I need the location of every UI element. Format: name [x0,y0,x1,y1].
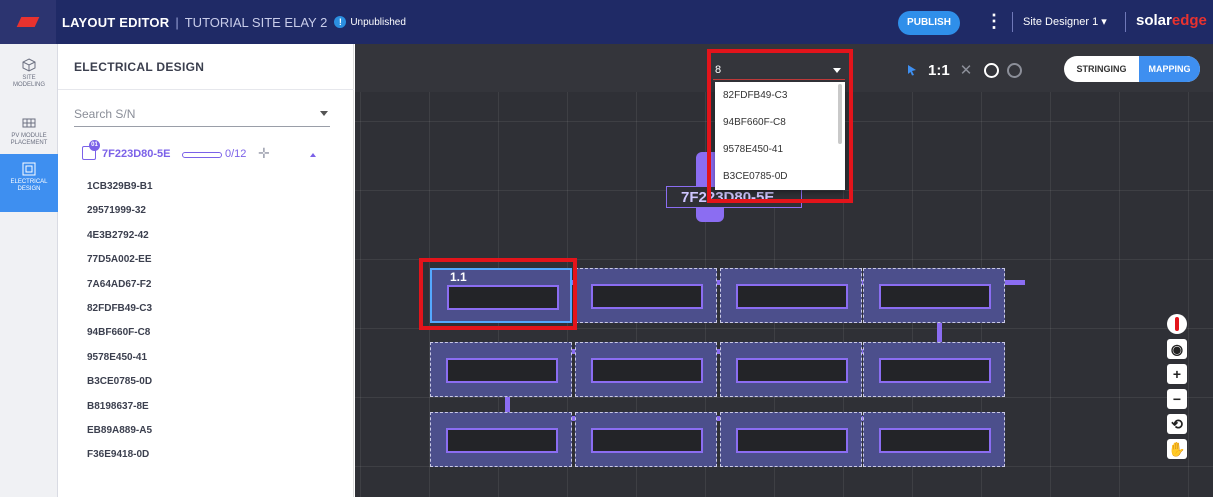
mapping-count: 0/12 [225,148,247,160]
mode-toggle[interactable]: STRINGING MAPPING [1064,56,1200,82]
brand-solar: solar [1136,12,1172,29]
dropdown-highlight [707,49,853,203]
serial-list-item[interactable]: 82FDFB49-C3 [87,297,153,321]
rail-item-electrical-design[interactable]: ELECTRICAL DESIGN [0,154,58,212]
more-options-icon[interactable]: ⋮ [985,11,1003,31]
inverter-id: 7F223D80-5E [102,148,171,160]
module-cell [879,358,991,383]
pv-module[interactable] [863,412,1005,467]
serial-list-item[interactable]: 29571999-32 [87,199,153,223]
map-controls: ◉ + − ⟲ ✋ [1167,314,1187,464]
locate-icon[interactable]: ✛ [258,145,270,162]
stringing-mode-button[interactable]: STRINGING [1064,56,1139,82]
pv-module[interactable] [575,412,717,467]
divider [58,89,354,90]
module-cell [591,358,703,383]
search-input[interactable] [74,107,304,121]
pv-module[interactable] [720,342,862,397]
designer-menu[interactable]: Site Designer 1 ▾ [1023,15,1107,28]
module-cell [736,284,848,309]
solaredge-logo: solaredge [1136,12,1207,29]
title-separator: | [175,14,179,30]
serial-list-item[interactable]: 7A64AD67-F2 [87,273,153,297]
zoom-in-button[interactable]: + [1167,364,1187,384]
mapping-progress-bar [182,152,222,158]
app-logo[interactable] [0,0,56,44]
canvas-tools: 1:1 ✕ [906,60,1023,80]
recenter-icon[interactable]: ◉ [1167,339,1187,359]
inverter-badge: 01 [89,140,100,151]
pan-hand-icon[interactable]: ✋ [1167,439,1187,459]
rotate-icon[interactable]: ⟲ [1167,414,1187,434]
rail-label: ELECTRICAL DESIGN [10,179,48,192]
serial-list-item[interactable]: 1CB329B9-B1 [87,175,153,199]
serial-number-list: 1CB329B9-B1 29571999-32 4E3B2792-42 77D5A00… [87,175,153,468]
selection-highlight [419,258,577,330]
module-cell [591,284,703,309]
serial-list-item[interactable]: 9578E450-41 [87,346,153,370]
logo-shape-icon [16,17,40,27]
app-title: LAYOUT EDITOR [62,14,170,30]
module-cell [446,358,558,383]
electrical-design-panel: ELECTRICAL DESIGN 01 7F223D80-5E 0/12 ✛ … [58,44,354,497]
serial-list-item[interactable]: 4E3B2792-42 [87,224,153,248]
pv-module[interactable] [575,268,717,323]
close-icon[interactable]: ✕ [960,61,973,79]
serial-list-item[interactable]: 77D5A002-EE [87,248,153,272]
chevron-down-icon[interactable] [320,111,328,116]
serial-list-item[interactable]: EB89A889-A5 [87,419,153,443]
pv-module[interactable] [720,412,862,467]
publish-button[interactable]: PUBLISH [898,11,960,35]
rail-label: PV MODULE PLACEMENT [10,133,48,146]
layout-canvas[interactable]: 7F223D80-5E 1.1 8 82FDFB49-C3 94BF660F-C… [355,44,1213,497]
divider [1012,12,1013,32]
publish-status: Unpublished [350,16,406,28]
cube-icon [22,58,36,72]
info-icon[interactable]: ! [334,16,347,28]
serial-list-item[interactable]: B3CE0785-0D [87,370,153,394]
module-cell [591,428,703,453]
module-cell [879,284,991,309]
rail-item-site-modeling[interactable]: SITE MODELING [0,50,58,108]
module-cell [736,428,848,453]
zoom-ratio[interactable]: 1:1 [928,62,950,79]
pv-module[interactable] [720,268,862,323]
inverter-row[interactable]: 01 7F223D80-5E 0/12 ✛ [82,140,332,168]
panel-title: ELECTRICAL DESIGN [74,60,205,74]
brand-edge: edge [1171,12,1207,29]
cursor-icon[interactable] [906,64,918,76]
pv-module[interactable] [430,412,572,467]
compass-icon[interactable] [1167,314,1187,334]
pv-module[interactable] [863,268,1005,323]
serial-list-item[interactable]: B8198637-8E [87,395,153,419]
left-rail: SITE MODELING PV MODULE PLACEMENT ELECTR… [0,44,58,497]
module-cell [736,358,848,383]
grid-icon [22,118,36,128]
rail-label: SITE MODELING [12,75,45,88]
site-title: TUTORIAL SITE ELAY 2 [184,14,328,30]
serial-list-item[interactable]: F36E9418-0D [87,443,153,467]
pv-module[interactable] [863,342,1005,397]
redo-icon[interactable] [1007,62,1023,78]
module-cell [446,428,558,453]
undo-icon[interactable] [984,62,1000,78]
top-bar: LAYOUT EDITOR | TUTORIAL SITE ELAY 2 ! U… [0,0,1213,44]
pv-module[interactable] [575,342,717,397]
mapping-mode-button[interactable]: MAPPING [1139,56,1200,82]
divider [1125,12,1126,32]
module-cell [879,428,991,453]
serial-list-item[interactable]: 94BF660F-C8 [87,321,153,345]
zoom-out-button[interactable]: − [1167,389,1187,409]
search-field[interactable] [74,105,330,127]
chevron-up-icon[interactable] [310,153,316,157]
chip-icon [22,162,36,176]
pv-module[interactable] [430,342,572,397]
